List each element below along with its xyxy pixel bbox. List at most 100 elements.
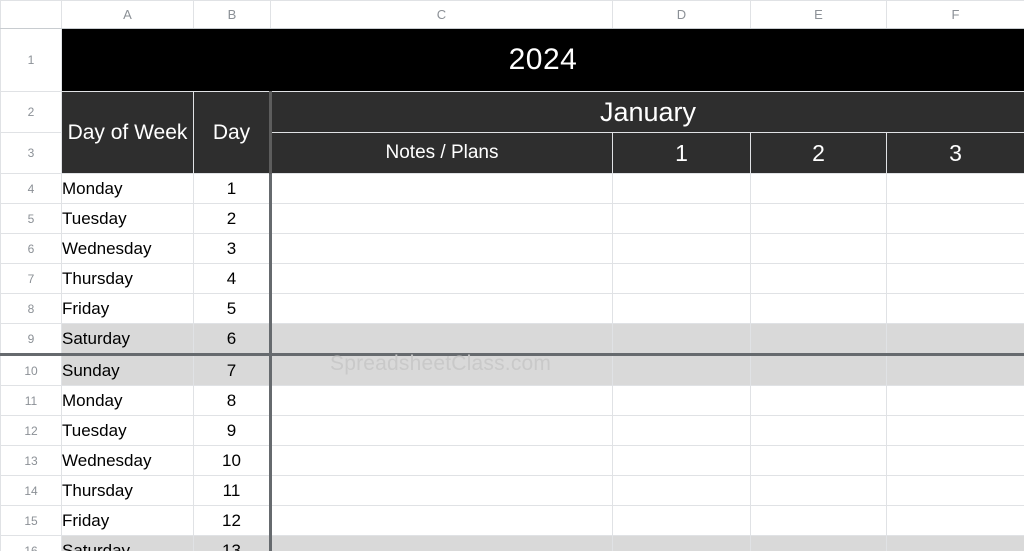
row-number-14[interactable]: 14 [0, 475, 62, 506]
cell-slot-e[interactable] [750, 323, 887, 356]
cell-day-of-week[interactable]: Monday [61, 385, 194, 416]
cell-day-number[interactable]: 12 [193, 505, 272, 536]
row-number-7[interactable]: 7 [0, 263, 62, 294]
cell-notes-plans[interactable] [270, 445, 613, 476]
select-all-corner[interactable] [0, 0, 62, 29]
cell-day-number[interactable]: 4 [193, 263, 272, 294]
cell-slot-f[interactable] [886, 293, 1024, 324]
row-number-8[interactable]: 8 [0, 293, 62, 324]
cell-slot-f[interactable] [886, 233, 1024, 264]
cell-day-number[interactable]: 11 [193, 475, 272, 506]
cell-slot-f[interactable] [886, 173, 1024, 204]
cell-day-of-week[interactable]: Sunday [61, 354, 194, 386]
cell-day-of-week[interactable]: Thursday [61, 263, 194, 294]
row-number-11[interactable]: 11 [0, 385, 62, 416]
cell-slot-f[interactable] [886, 505, 1024, 536]
cell-notes-plans[interactable] [270, 354, 613, 386]
cell-day-number[interactable]: 5 [193, 293, 272, 324]
cell-slot-e[interactable] [750, 263, 887, 294]
row-number-6[interactable]: 6 [0, 233, 62, 264]
cell-slot-f[interactable] [886, 263, 1024, 294]
cell-slot-d[interactable] [612, 385, 751, 416]
cell-slot-d[interactable] [612, 505, 751, 536]
cell-slot-e[interactable] [750, 354, 887, 386]
cell-day-of-week[interactable]: Wednesday [61, 445, 194, 476]
cell-slot-d[interactable] [612, 173, 751, 204]
cell-slot-d[interactable] [612, 415, 751, 446]
cell-slot-f[interactable] [886, 535, 1024, 551]
row-number-1[interactable]: 1 [0, 28, 62, 92]
cell-day-number[interactable]: 10 [193, 445, 272, 476]
column-header-c[interactable]: C [270, 0, 613, 29]
cell-slot-f[interactable] [886, 203, 1024, 234]
cell-notes-plans[interactable] [270, 263, 613, 294]
cell-slot-d[interactable] [612, 233, 751, 264]
cell-slot-f[interactable] [886, 354, 1024, 386]
cell-slot-f[interactable] [886, 385, 1024, 416]
cell-slot-e[interactable] [750, 505, 887, 536]
cell-notes-plans[interactable] [270, 203, 613, 234]
column-header-d[interactable]: D [612, 0, 751, 29]
cell-slot-e[interactable] [750, 203, 887, 234]
row-number-15[interactable]: 15 [0, 505, 62, 536]
cell-slot-e[interactable] [750, 415, 887, 446]
cell-day-of-week[interactable]: Friday [61, 293, 194, 324]
cell-slot-d[interactable] [612, 293, 751, 324]
row-number-12[interactable]: 12 [0, 415, 62, 446]
cell-slot-e[interactable] [750, 445, 887, 476]
cell-slot-d[interactable] [612, 323, 751, 356]
cell-notes-plans[interactable] [270, 475, 613, 506]
cell-slot-e[interactable] [750, 173, 887, 204]
column-header-b[interactable]: B [193, 0, 271, 29]
cell-slot-d[interactable] [612, 203, 751, 234]
cell-day-of-week[interactable]: Tuesday [61, 203, 194, 234]
cell-slot-d[interactable] [612, 354, 751, 386]
column-header-e[interactable]: E [750, 0, 887, 29]
cell-slot-e[interactable] [750, 233, 887, 264]
cell-slot-d[interactable] [612, 445, 751, 476]
cell-day-of-week[interactable]: Friday [61, 505, 194, 536]
cell-slot-e[interactable] [750, 293, 887, 324]
cell-notes-plans[interactable] [270, 535, 613, 551]
cell-slot-f[interactable] [886, 445, 1024, 476]
cell-notes-plans[interactable] [270, 505, 613, 536]
cell-day-number[interactable]: 13 [193, 535, 272, 551]
row-number-5[interactable]: 5 [0, 203, 62, 234]
cell-day-number[interactable]: 8 [193, 385, 272, 416]
cell-slot-d[interactable] [612, 475, 751, 506]
cell-slot-d[interactable] [612, 263, 751, 294]
column-header-a[interactable]: A [61, 0, 194, 29]
row-number-16[interactable]: 16 [0, 535, 62, 551]
cell-day-of-week[interactable]: Monday [61, 173, 194, 204]
row-number-13[interactable]: 13 [0, 445, 62, 476]
row-number-3[interactable]: 3 [0, 132, 62, 174]
cell-day-number[interactable]: 3 [193, 233, 272, 264]
cell-slot-e[interactable] [750, 535, 887, 551]
row-number-4[interactable]: 4 [0, 173, 62, 204]
cell-day-number[interactable]: 1 [193, 173, 272, 204]
cell-slot-f[interactable] [886, 323, 1024, 356]
cell-day-of-week[interactable]: Tuesday [61, 415, 194, 446]
cell-slot-f[interactable] [886, 475, 1024, 506]
cell-notes-plans[interactable] [270, 293, 613, 324]
cell-day-number[interactable]: 6 [193, 323, 272, 356]
cell-day-number[interactable]: 9 [193, 415, 272, 446]
row-number-2[interactable]: 2 [0, 91, 62, 133]
cell-day-number[interactable]: 2 [193, 203, 272, 234]
cell-slot-d[interactable] [612, 535, 751, 551]
cell-day-of-week[interactable]: Saturday [61, 323, 194, 356]
cell-notes-plans[interactable] [270, 415, 613, 446]
cell-slot-e[interactable] [750, 475, 887, 506]
column-header-f[interactable]: F [886, 0, 1024, 29]
cell-notes-plans[interactable] [270, 323, 613, 356]
row-number-10[interactable]: 10 [0, 354, 62, 386]
cell-notes-plans[interactable] [270, 233, 613, 264]
cell-slot-e[interactable] [750, 385, 887, 416]
cell-day-number[interactable]: 7 [193, 354, 272, 386]
cell-slot-f[interactable] [886, 415, 1024, 446]
row-number-9[interactable]: 9 [0, 323, 62, 356]
cell-notes-plans[interactable] [270, 173, 613, 204]
cell-day-of-week[interactable]: Wednesday [61, 233, 194, 264]
cell-day-of-week[interactable]: Thursday [61, 475, 194, 506]
cell-day-of-week[interactable]: Saturday [61, 535, 194, 551]
